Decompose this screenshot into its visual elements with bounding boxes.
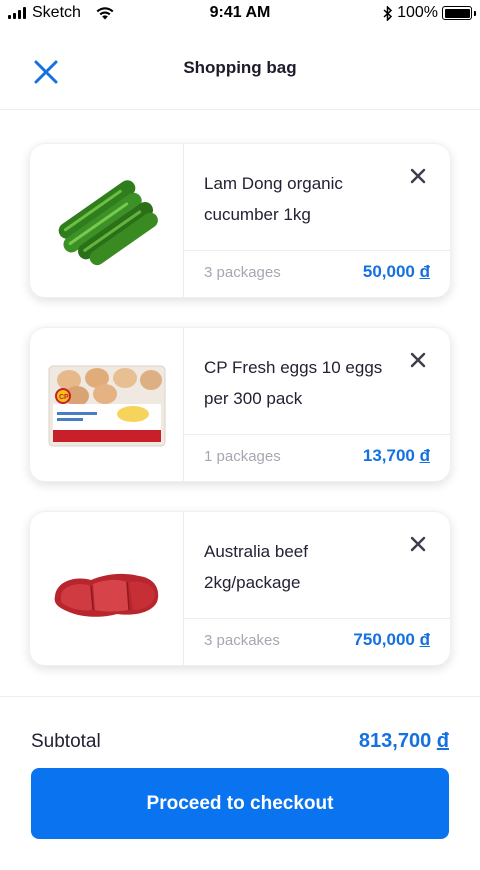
subtotal-amount: 813,700 <box>358 730 432 752</box>
subtotal-label: Subtotal <box>31 731 101 752</box>
cart-item[interactable]: Australia beef 2kg/package 3 packakes 75… <box>29 511 451 667</box>
card-divider <box>184 434 450 435</box>
header: Shopping bag <box>0 40 480 110</box>
product-name: CP Fresh eggs 10 eggs per 300 pack <box>204 358 383 408</box>
remove-item-icon[interactable] <box>410 168 426 184</box>
cart-item[interactable]: Lam Dong organic cucumber 1kg 3 packages… <box>29 143 451 299</box>
product-price: 750,000 đ <box>353 630 430 650</box>
product-name: Australia beef 2kg/package <box>204 542 308 592</box>
currency-symbol: đ <box>419 262 430 281</box>
status-bar: Sketch 9:41 AM 100% <box>0 0 480 28</box>
price-value: 50,000 <box>362 262 415 281</box>
product-image-cucumber <box>30 144 184 299</box>
product-quantity: 3 packages <box>204 264 281 281</box>
remove-item-icon[interactable] <box>410 536 426 552</box>
card-divider <box>184 618 450 619</box>
product-quantity: 1 packages <box>204 448 281 465</box>
cart-list: Lam Dong organic cucumber 1kg 3 packages… <box>29 143 451 695</box>
beef-image <box>54 573 158 617</box>
egg-carton-image: CP <box>48 365 165 446</box>
currency-symbol: đ <box>419 630 430 649</box>
status-right: 100% <box>383 4 476 22</box>
cart-item[interactable]: CP CP Fresh eggs 10 eggs per 300 pack 1 … <box>29 327 451 483</box>
price-value: 750,000 <box>353 630 415 649</box>
product-image-beef <box>30 512 184 667</box>
card-divider <box>184 250 450 251</box>
footer-divider <box>0 696 480 697</box>
product-price: 50,000 đ <box>363 262 430 282</box>
page-title: Shopping bag <box>183 58 297 77</box>
checkout-button[interactable]: Proceed to checkout <box>31 768 449 839</box>
bluetooth-icon <box>383 5 393 21</box>
currency-symbol: đ <box>436 730 449 752</box>
cp-logo: CP <box>59 394 69 401</box>
battery-percent: 100% <box>397 4 438 21</box>
price-value: 13,700 <box>362 446 415 465</box>
battery-icon <box>442 6 476 20</box>
product-name: Lam Dong organic cucumber 1kg <box>204 174 343 224</box>
currency-symbol: đ <box>419 446 430 465</box>
cucumber-image <box>58 179 158 265</box>
subtotal-value: 813,700 đ <box>359 730 449 753</box>
product-image-eggs: CP <box>30 328 184 483</box>
product-quantity: 3 packakes <box>204 632 280 649</box>
product-price: 13,700 đ <box>363 446 430 466</box>
remove-item-icon[interactable] <box>410 352 426 368</box>
